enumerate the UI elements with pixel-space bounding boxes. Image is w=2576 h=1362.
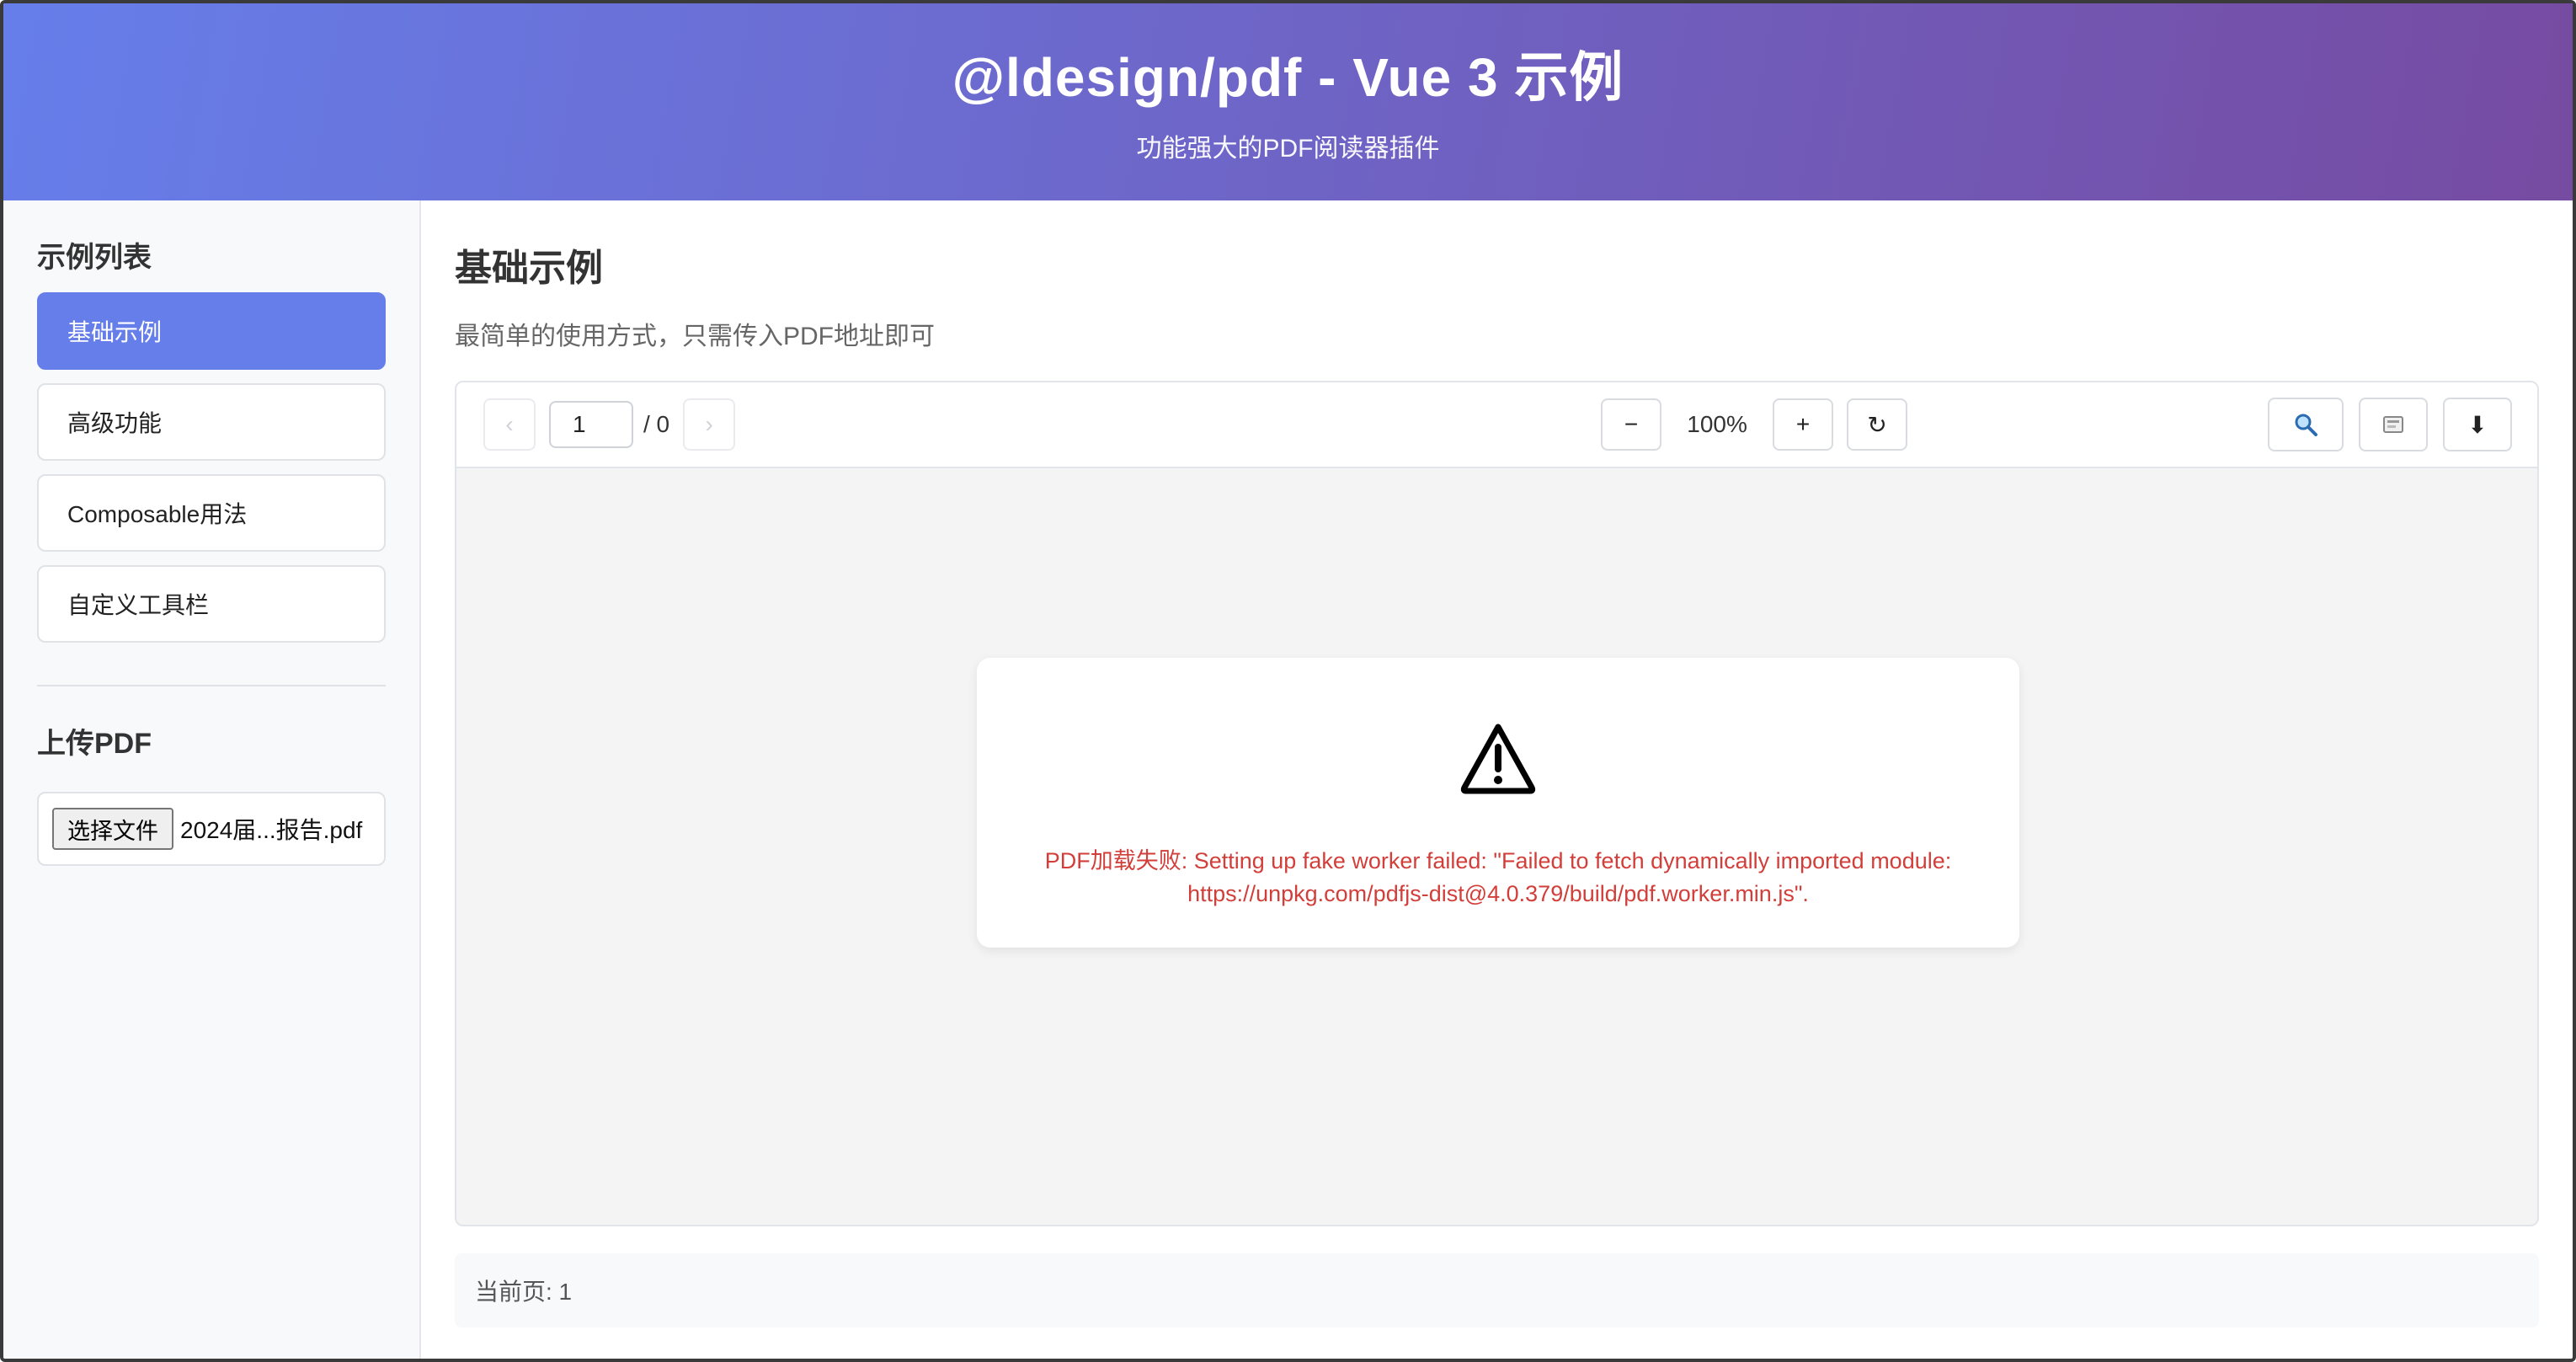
rotate-button[interactable]: ↻	[1847, 398, 1908, 451]
page-header: @ldesign/pdf - Vue 3 示例 功能强大的PDF阅读器插件	[3, 3, 2573, 200]
page-number-input[interactable]: 1	[549, 401, 633, 448]
sidebar-divider	[37, 685, 386, 686]
content-layout: 示例列表 基础示例 高级功能 Composable用法 自定义工具栏 上传PDF…	[3, 200, 2573, 1359]
warning-icon	[1460, 724, 1536, 794]
search-icon	[2295, 414, 2317, 436]
zoom-out-button[interactable]: −	[1601, 398, 1662, 451]
status-bar: 当前页: 1	[455, 1253, 2539, 1327]
page-total: / 0	[643, 411, 670, 437]
pdf-viewer: ‹ 1 / 0 › − 100% + ↻ ⬇ PDF加载失败: Setting …	[455, 381, 2539, 1226]
example-description: 最简单的使用方式，只需传入PDF地址即可	[455, 323, 935, 350]
sidebar-item-composable-usage[interactable]: Composable用法	[37, 474, 386, 552]
image-icon	[2382, 416, 2403, 433]
main-content: 基础示例 最简单的使用方式，只需传入PDF地址即可 ‹ 1 / 0 › − 10…	[421, 200, 2573, 1359]
sidebar-item-custom-toolbar[interactable]: 自定义工具栏	[37, 565, 386, 643]
pdf-toolbar: ‹ 1 / 0 › − 100% + ↻ ⬇	[456, 382, 2537, 468]
choose-file-button[interactable]: 选择文件	[52, 808, 173, 850]
prev-page-button[interactable]: ‹	[483, 398, 536, 451]
error-card: PDF加载失败: Setting up fake worker failed: …	[977, 658, 2019, 948]
upload-pdf-title: 上传PDF	[37, 728, 152, 760]
examples-list-title: 示例列表	[37, 242, 152, 274]
page-header-title: @ldesign/pdf - Vue 3 示例	[952, 46, 1624, 108]
pdf-canvas-area: PDF加载失败: Setting up fake worker failed: …	[456, 468, 2537, 1225]
sidebar-item-advanced-features[interactable]: 高级功能	[37, 383, 386, 461]
tool-buttons: ⬇	[2267, 398, 2512, 451]
sidebar: 示例列表 基础示例 高级功能 Composable用法 自定义工具栏 上传PDF…	[3, 200, 421, 1359]
error-message: PDF加载失败: Setting up fake worker failed: …	[1044, 848, 1952, 907]
current-page-status: 当前页: 1	[475, 1279, 573, 1305]
file-upload-input[interactable]: 选择文件 2024届...报告.pdf	[37, 792, 386, 866]
page-navigation: ‹ 1 / 0 ›	[483, 398, 736, 451]
zoom-in-button[interactable]: +	[1773, 398, 1834, 451]
selected-file-name: 2024届...报告.pdf	[180, 817, 363, 843]
next-page-button[interactable]: ›	[683, 398, 736, 451]
example-title: 基础示例	[455, 248, 603, 289]
app-window: @ldesign/pdf - Vue 3 示例 功能强大的PDF阅读器插件 示例…	[0, 0, 2576, 1362]
zoom-level: 100%	[1687, 411, 1747, 437]
zoom-controls: − 100% + ↻	[1601, 398, 1908, 451]
thumbnail-button[interactable]	[2358, 398, 2428, 451]
download-button[interactable]: ⬇	[2442, 398, 2512, 451]
sidebar-item-basic-example[interactable]: 基础示例	[37, 292, 386, 370]
search-button[interactable]	[2267, 398, 2344, 451]
page-header-subtitle: 功能强大的PDF阅读器插件	[1136, 135, 1440, 163]
